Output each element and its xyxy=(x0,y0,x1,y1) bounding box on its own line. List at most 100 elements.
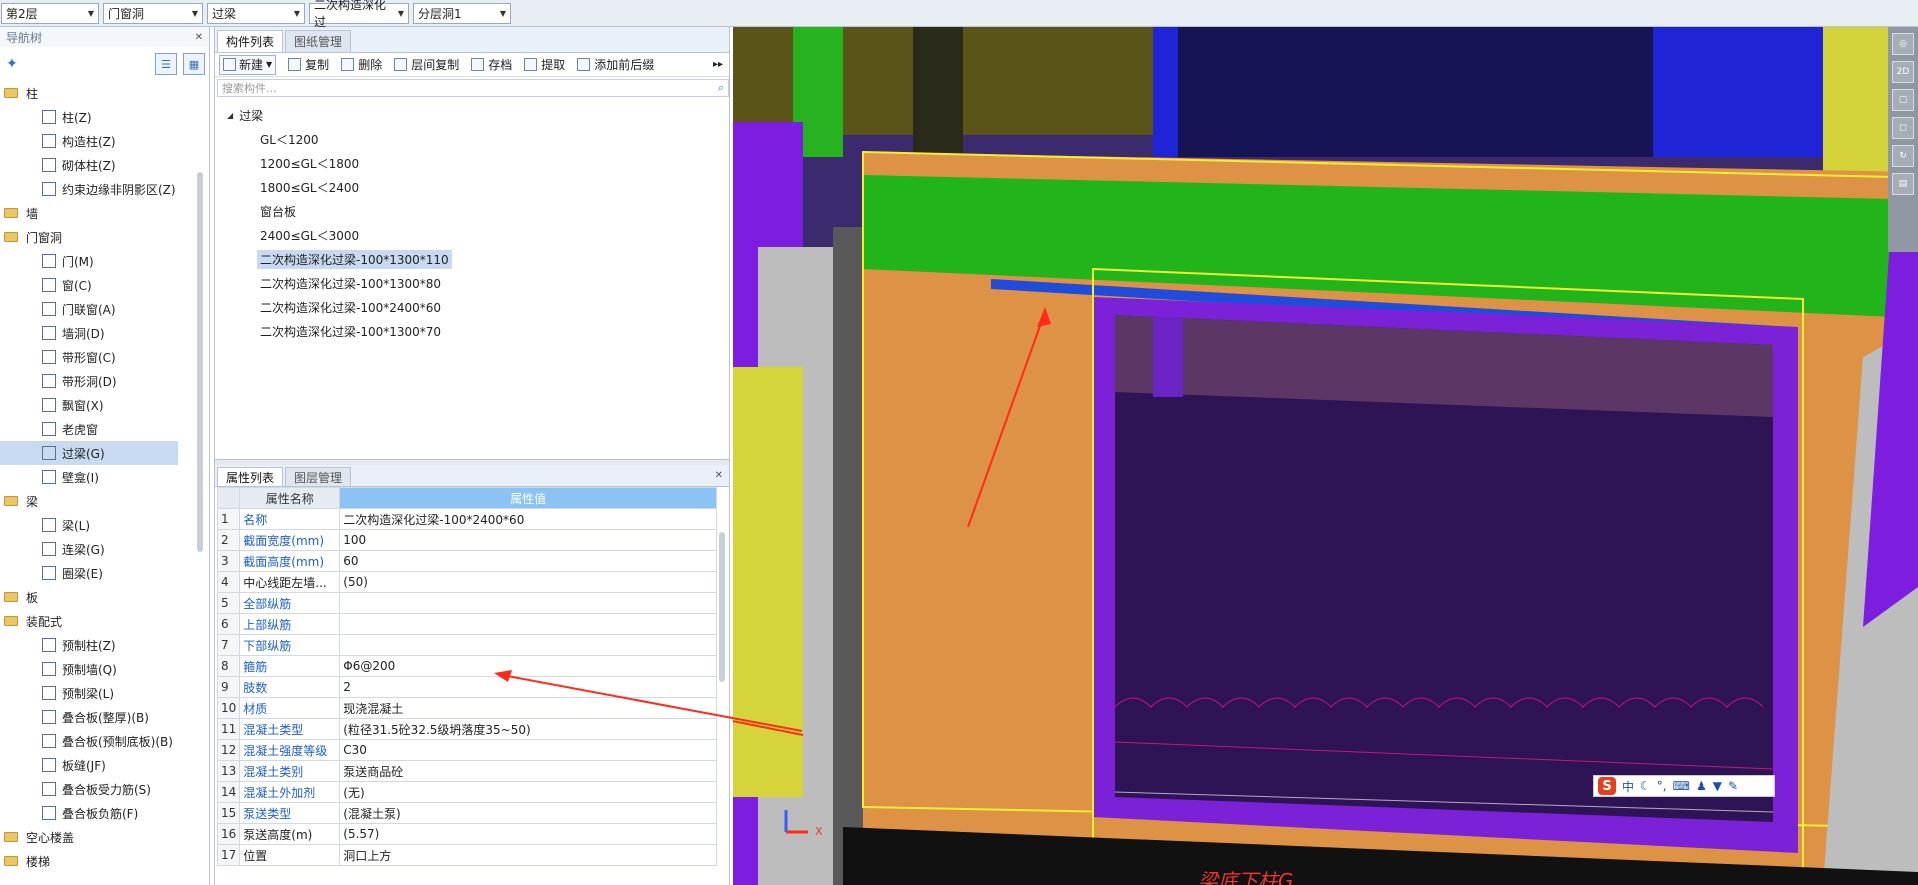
nav-group[interactable]: 楼梯 xyxy=(0,849,196,873)
component-item[interactable]: 窗台板 xyxy=(215,199,729,223)
3d-viewport[interactable]: 2400 梁底下柱G X xyxy=(733,27,1918,885)
component-item[interactable]: 二次构造深化过梁-100*1300*70 xyxy=(215,319,729,343)
nav-group[interactable]: 门窗洞 xyxy=(0,225,196,249)
type-select[interactable]: 过梁 ▼ xyxy=(207,2,305,24)
property-value[interactable]: (5.57) xyxy=(339,823,717,845)
property-value[interactable]: 60 xyxy=(339,550,717,572)
floor-copy-button[interactable]: 层间复制 xyxy=(394,56,459,73)
component-search-input[interactable]: 搜索构件... ⌕ xyxy=(217,79,729,97)
category-select[interactable]: 门窗洞 ▼ xyxy=(103,2,203,24)
user-icon[interactable]: ♟ xyxy=(1696,779,1707,793)
nav-group[interactable]: 柱 xyxy=(0,81,196,105)
archive-button[interactable]: 存档 xyxy=(471,56,512,73)
nav-group[interactable]: 板 xyxy=(0,585,196,609)
nav-item[interactable]: 飘窗(X) xyxy=(0,393,196,417)
tab-property-list[interactable]: 属性列表 xyxy=(217,467,284,486)
property-row[interactable]: 5 全部纵筋 xyxy=(216,592,717,614)
property-value[interactable] xyxy=(339,592,717,614)
nav-item[interactable]: 圈梁(E) xyxy=(0,561,196,585)
property-value[interactable]: (混凝土泵) xyxy=(339,802,717,824)
nav-item[interactable]: 构造柱(Z) xyxy=(0,129,196,153)
nav-item[interactable]: 带形洞(D) xyxy=(0,369,196,393)
property-row[interactable]: 1 名称 二次构造深化过梁-100*2400*60 xyxy=(216,508,717,530)
list-view-icon[interactable]: ☰ xyxy=(155,53,177,75)
nav-item[interactable]: 梁(L) xyxy=(0,513,196,537)
component-item[interactable]: 二次构造深化过梁-100*2400*60 xyxy=(215,295,729,319)
property-row[interactable]: 14 混凝土外加剂 (无) xyxy=(216,781,717,803)
property-row[interactable]: 17 位置 洞口上方 xyxy=(216,844,717,866)
floor-select[interactable]: 第2层 ▼ xyxy=(1,2,99,24)
grid-view-icon[interactable]: ▦ xyxy=(183,53,205,75)
nav-group[interactable]: 装配式 xyxy=(0,609,196,633)
tab-component-list[interactable]: 构件列表 xyxy=(217,30,284,52)
nav-item[interactable]: 过梁(G) xyxy=(0,441,178,465)
rotate-icon[interactable]: ↻ xyxy=(1892,145,1914,167)
copy-button[interactable]: 复制 xyxy=(288,56,329,73)
component-item[interactable]: 二次构造深化过梁-100*1300*110 xyxy=(215,247,729,271)
property-value[interactable] xyxy=(339,634,717,656)
property-row[interactable]: 6 上部纵筋 xyxy=(216,613,717,635)
nav-item[interactable]: 约束边缘非阴影区(Z) xyxy=(0,177,196,201)
nav-item[interactable]: 砌体柱(Z) xyxy=(0,153,196,177)
nav-item[interactable]: 叠合板(整厚)(B) xyxy=(0,705,196,729)
property-row[interactable]: 4 中心线距左墙... (50) xyxy=(216,571,717,593)
nav-group[interactable]: 空心楼盖 xyxy=(0,825,196,849)
nav-item[interactable]: 预制柱(Z) xyxy=(0,633,196,657)
nav-item[interactable]: 门(M) xyxy=(0,249,196,273)
close-icon[interactable]: ✕ xyxy=(195,32,209,43)
close-icon[interactable]: ✕ xyxy=(715,470,729,481)
add-prefix-button[interactable]: 添加前后缀 xyxy=(577,56,654,73)
property-row[interactable]: 15 泵送类型 (混凝土泵) xyxy=(216,802,717,824)
wrench-icon[interactable]: ✎ xyxy=(1728,779,1738,793)
nav-item[interactable]: 预制梁(L) xyxy=(0,681,196,705)
nav-item[interactable]: 带形窗(C) xyxy=(0,345,196,369)
delete-button[interactable]: 删除 xyxy=(341,56,382,73)
property-value[interactable]: 洞口上方 xyxy=(339,844,717,866)
property-row[interactable]: 3 截面高度(mm) 60 xyxy=(216,550,717,572)
property-value[interactable]: (无) xyxy=(339,781,717,803)
nav-item[interactable]: 壁龛(I) xyxy=(0,465,196,489)
view-2d-icon[interactable]: 2D xyxy=(1892,61,1914,83)
keyboard-icon[interactable]: ⌨ xyxy=(1673,779,1690,793)
cube-icon[interactable]: ▢ xyxy=(1892,89,1914,111)
component-root[interactable]: ◢ 过梁 xyxy=(215,103,729,127)
nav-item[interactable]: 门联窗(A) xyxy=(0,297,196,321)
property-scrollbar[interactable] xyxy=(719,532,725,682)
ime-toolbar[interactable]: S 中 ☾ °, ⌨ ♟ ▼ ✎ xyxy=(1593,775,1775,797)
nav-item[interactable]: 叠合板受力筋(S) xyxy=(0,777,196,801)
property-row[interactable]: 13 混凝土类别 泵送商品砼 xyxy=(216,760,717,782)
property-value[interactable]: 二次构造深化过梁-100*2400*60 xyxy=(339,508,717,530)
tab-drawing-manage[interactable]: 图纸管理 xyxy=(285,30,352,52)
nav-item[interactable]: 预制墙(Q) xyxy=(0,657,196,681)
nav-item[interactable]: 柱(Z) xyxy=(0,105,196,129)
property-value[interactable]: (50) xyxy=(339,571,717,593)
nav-item[interactable]: 连梁(G) xyxy=(0,537,196,561)
nav-item[interactable]: 叠合板负筋(F) xyxy=(0,801,196,825)
shirt-icon[interactable]: ▼ xyxy=(1713,779,1722,793)
more-icon[interactable]: ▸▸ xyxy=(713,59,729,70)
component-item[interactable]: 二次构造深化过梁-100*1300*80 xyxy=(215,271,729,295)
property-value[interactable]: 100 xyxy=(339,529,717,551)
nav-item[interactable]: 板缝(JF) xyxy=(0,753,196,777)
extract-button[interactable]: 提取 xyxy=(524,56,565,73)
nav-scrollbar[interactable] xyxy=(197,172,203,552)
nav-group[interactable]: 梁 xyxy=(0,489,196,513)
component-item[interactable]: GL＜1200 xyxy=(215,127,729,151)
component-item[interactable]: 1200≤GL＜1800 xyxy=(215,151,729,175)
tab-layer-manage[interactable]: 图层管理 xyxy=(285,467,352,486)
component-item[interactable]: 2400≤GL＜3000 xyxy=(215,223,729,247)
property-row[interactable]: 7 下部纵筋 xyxy=(216,634,717,656)
property-row[interactable]: 16 泵送高度(m) (5.57) xyxy=(216,823,717,845)
property-value[interactable]: 泵送商品砼 xyxy=(339,760,717,782)
component-select[interactable]: 二次构造深化过 ▼ xyxy=(309,0,409,29)
nav-item[interactable]: 老虎窗 xyxy=(0,417,196,441)
nav-item[interactable]: 墙洞(D) xyxy=(0,321,196,345)
globe-icon[interactable]: ◎ xyxy=(1892,33,1914,55)
component-item[interactable]: 1800≤GL＜2400 xyxy=(215,175,729,199)
property-value[interactable] xyxy=(339,613,717,635)
nav-item[interactable]: 窗(C) xyxy=(0,273,196,297)
moon-icon[interactable]: ☾ xyxy=(1640,779,1651,793)
table-icon[interactable]: ▤ xyxy=(1892,173,1914,195)
property-row[interactable]: 12 混凝土强度等级 C30 xyxy=(216,739,717,761)
property-value[interactable]: C30 xyxy=(339,739,717,761)
